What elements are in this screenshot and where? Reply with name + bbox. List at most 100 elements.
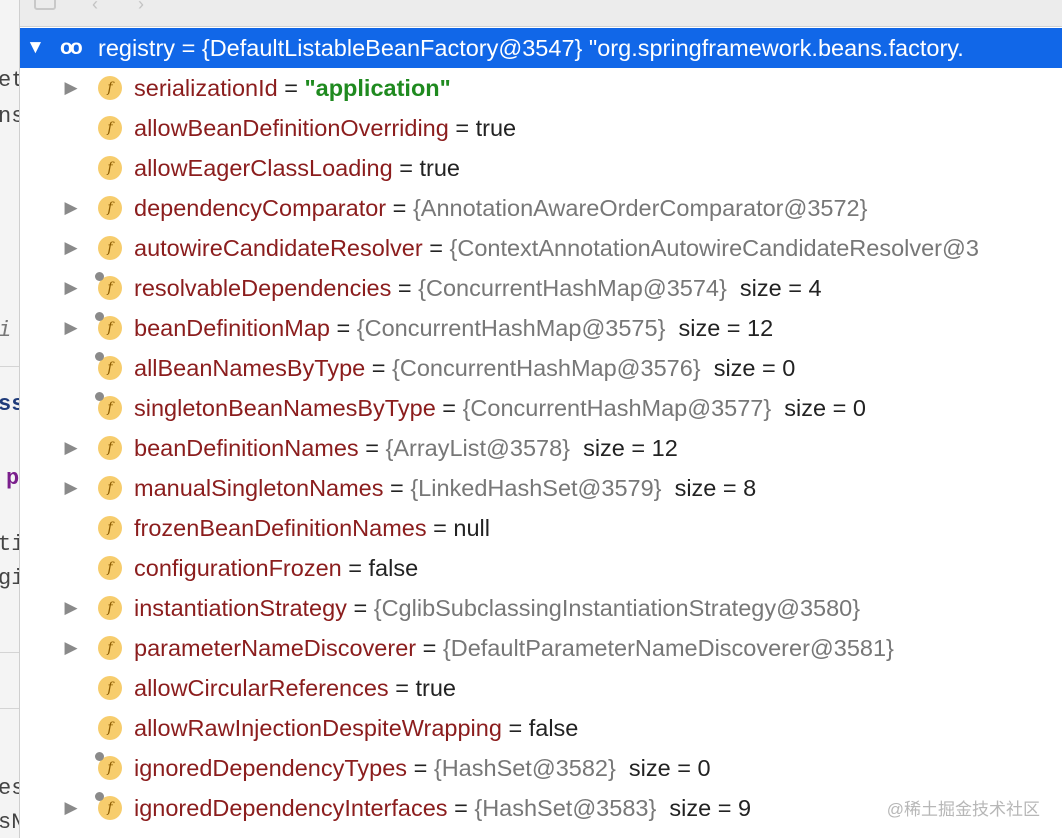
- variable-value: {DefaultListableBeanFactory@3547} "org.s…: [201, 35, 964, 61]
- expand-triangle-icon[interactable]: ▶: [62, 268, 80, 308]
- field-name: singletonBeanNamesByType: [134, 395, 436, 421]
- field-icon: f: [98, 556, 122, 580]
- field-name: autowireCandidateResolver: [134, 235, 423, 261]
- collapse-triangle-icon[interactable]: ▼: [26, 28, 45, 68]
- field-name: serializationId: [134, 75, 278, 101]
- tree-row-frozenBeanDefinitionNames[interactable]: f frozenBeanDefinitionNames = null: [20, 508, 1062, 548]
- field-value: {HashSet@3583}: [474, 795, 657, 821]
- field-value: {LinkedHashSet@3579}: [410, 475, 662, 501]
- tree-row-configurationFrozen[interactable]: f configurationFrozen = false: [20, 548, 1062, 588]
- editor-fragment: ns: [0, 104, 19, 129]
- expand-triangle-icon[interactable]: ▶: [62, 228, 80, 268]
- field-size: size = 0: [700, 355, 796, 381]
- field-size: size = 12: [570, 435, 678, 461]
- expand-triangle-icon[interactable]: ▶: [62, 788, 80, 828]
- tree-row-allowEagerClassLoading[interactable]: f allowEagerClassLoading = true: [20, 148, 1062, 188]
- field-value: true: [415, 675, 456, 701]
- field-name: dependencyComparator: [134, 195, 387, 221]
- editor-fragment: sN: [0, 810, 19, 835]
- variable-name: registry: [98, 35, 176, 61]
- field-icon: f: [95, 312, 122, 340]
- field-icon: f: [95, 392, 122, 420]
- field-value: {ContextAnnotationAutowireCandidateResol…: [449, 235, 979, 261]
- expand-triangle-icon[interactable]: ▶: [62, 628, 80, 668]
- field-name: allowBeanDefinitionOverriding: [134, 115, 449, 141]
- field-size: size = 12: [665, 315, 774, 341]
- field-icon: f: [98, 236, 122, 260]
- field-icon: f: [95, 792, 122, 820]
- field-icon: f: [95, 752, 122, 780]
- field-icon: f: [98, 676, 122, 700]
- editor-fragment: i: [0, 318, 11, 343]
- field-name: allowRawInjectionDespiteWrapping: [134, 715, 502, 741]
- tree-row-dependencyComparator[interactable]: ▶ f dependencyComparator = {AnnotationAwar…: [20, 188, 1062, 228]
- tree-row-registry[interactable]: ▼ oo registry = {DefaultListableBeanFact…: [20, 28, 1062, 68]
- field-size: size = 9: [656, 795, 752, 821]
- field-name: configurationFrozen: [134, 555, 342, 581]
- field-value: {ConcurrentHashMap@3576}: [392, 355, 701, 381]
- debugger-toolbar: ‹ ›: [20, 0, 1062, 27]
- expand-triangle-icon[interactable]: ▶: [62, 308, 80, 348]
- field-icon: f: [95, 272, 122, 300]
- field-name: ignoredDependencyTypes: [134, 755, 408, 781]
- field-name: instantiationStrategy: [134, 595, 347, 621]
- field-size: size = 4: [726, 275, 822, 301]
- tree-row-beanDefinitionNames[interactable]: ▶ f beanDefinitionNames = {ArrayList@3578}…: [20, 428, 1062, 468]
- field-icon: f: [98, 516, 122, 540]
- field-icon: f: [98, 596, 122, 620]
- field-value: {AnnotationAwareOrderComparator@3572}: [412, 195, 868, 221]
- tree-row-serializationId[interactable]: ▶ f serializationId = "application": [20, 68, 1062, 108]
- field-size: size = 0: [615, 755, 711, 781]
- field-size: size = 8: [661, 475, 757, 501]
- tree-row-beanDefinitionMap[interactable]: ▶ f beanDefinitionMap = {ConcurrentHashMap…: [20, 308, 1062, 348]
- field-value: true: [419, 155, 460, 181]
- field-icon: f: [98, 436, 122, 460]
- forward-arrow-icon[interactable]: ›: [138, 0, 144, 15]
- field-value: {ArrayList@3578}: [385, 435, 571, 461]
- tree-row-ignoredDependencyTypes[interactable]: f ignoredDependencyTypes = {HashSet@3582}…: [20, 748, 1062, 788]
- field-value: false: [528, 715, 579, 741]
- field-icon: f: [98, 116, 122, 140]
- editor-gutter-strip: et ns i ss p ti gis es sN: [0, 0, 20, 838]
- tree-row-autowireCandidateResolver[interactable]: ▶ f autowireCandidateResolver = {ContextAn…: [20, 228, 1062, 268]
- field-name: parameterNameDiscoverer: [134, 635, 417, 661]
- tree-row-allowBeanDefinitionOverriding[interactable]: f allowBeanDefinitionOverriding = true: [20, 108, 1062, 148]
- tree-row-instantiationStrategy[interactable]: ▶ f instantiationStrategy = {CglibSubclass…: [20, 588, 1062, 628]
- watch-glasses-icon: oo: [60, 36, 83, 59]
- tree-row-allowCircularReferences[interactable]: f allowCircularReferences = true: [20, 668, 1062, 708]
- field-value: {ConcurrentHashMap@3575}: [356, 315, 666, 341]
- field-name: frozenBeanDefinitionNames: [134, 515, 427, 541]
- layout-icon[interactable]: [34, 0, 56, 10]
- tree-row-allowRawInjectionDespiteWrapping[interactable]: f allowRawInjectionDespiteWrapping = fals…: [20, 708, 1062, 748]
- editor-fragment: et: [0, 68, 19, 93]
- field-icon: f: [95, 352, 122, 380]
- field-value: {ConcurrentHashMap@3577}: [462, 395, 772, 421]
- back-arrow-icon[interactable]: ‹: [92, 0, 98, 15]
- editor-fragment: ti: [0, 532, 19, 557]
- field-name: beanDefinitionMap: [134, 315, 330, 341]
- expand-triangle-icon[interactable]: ▶: [62, 468, 80, 508]
- field-name: allowCircularReferences: [134, 675, 389, 701]
- expand-triangle-icon[interactable]: ▶: [62, 188, 80, 228]
- expand-triangle-icon[interactable]: ▶: [62, 428, 80, 468]
- watermark: @稀土掘金技术社区: [886, 800, 1040, 819]
- tree-row-manualSingletonNames[interactable]: ▶ f manualSingletonNames = {LinkedHashSet@…: [20, 468, 1062, 508]
- field-icon: f: [98, 76, 122, 100]
- field-icon: f: [98, 156, 122, 180]
- expand-triangle-icon[interactable]: ▶: [62, 588, 80, 628]
- field-name: allowEagerClassLoading: [134, 155, 393, 181]
- tree-row-resolvableDependencies[interactable]: ▶ f resolvableDependencies = {ConcurrentHa…: [20, 268, 1062, 308]
- editor-fragment: p: [6, 466, 20, 491]
- field-name: manualSingletonNames: [134, 475, 384, 501]
- tree-row-singletonBeanNamesByType[interactable]: f singletonBeanNamesByType = {ConcurrentH…: [20, 388, 1062, 428]
- expand-triangle-icon[interactable]: ▶: [62, 68, 80, 108]
- field-value: "application": [304, 75, 451, 101]
- tree-row-allBeanNamesByType[interactable]: f allBeanNamesByType = {ConcurrentHashMap…: [20, 348, 1062, 388]
- editor-fragment: es: [0, 776, 19, 801]
- field-name: allBeanNamesByType: [134, 355, 366, 381]
- field-name: ignoredDependencyInterfaces: [134, 795, 448, 821]
- field-value: {CglibSubclassingInstantiationStrategy@3…: [373, 595, 861, 621]
- field-value: false: [368, 555, 419, 581]
- tree-row-parameterNameDiscoverer[interactable]: ▶ f parameterNameDiscoverer = {DefaultPara…: [20, 628, 1062, 668]
- field-value: {HashSet@3582}: [433, 755, 616, 781]
